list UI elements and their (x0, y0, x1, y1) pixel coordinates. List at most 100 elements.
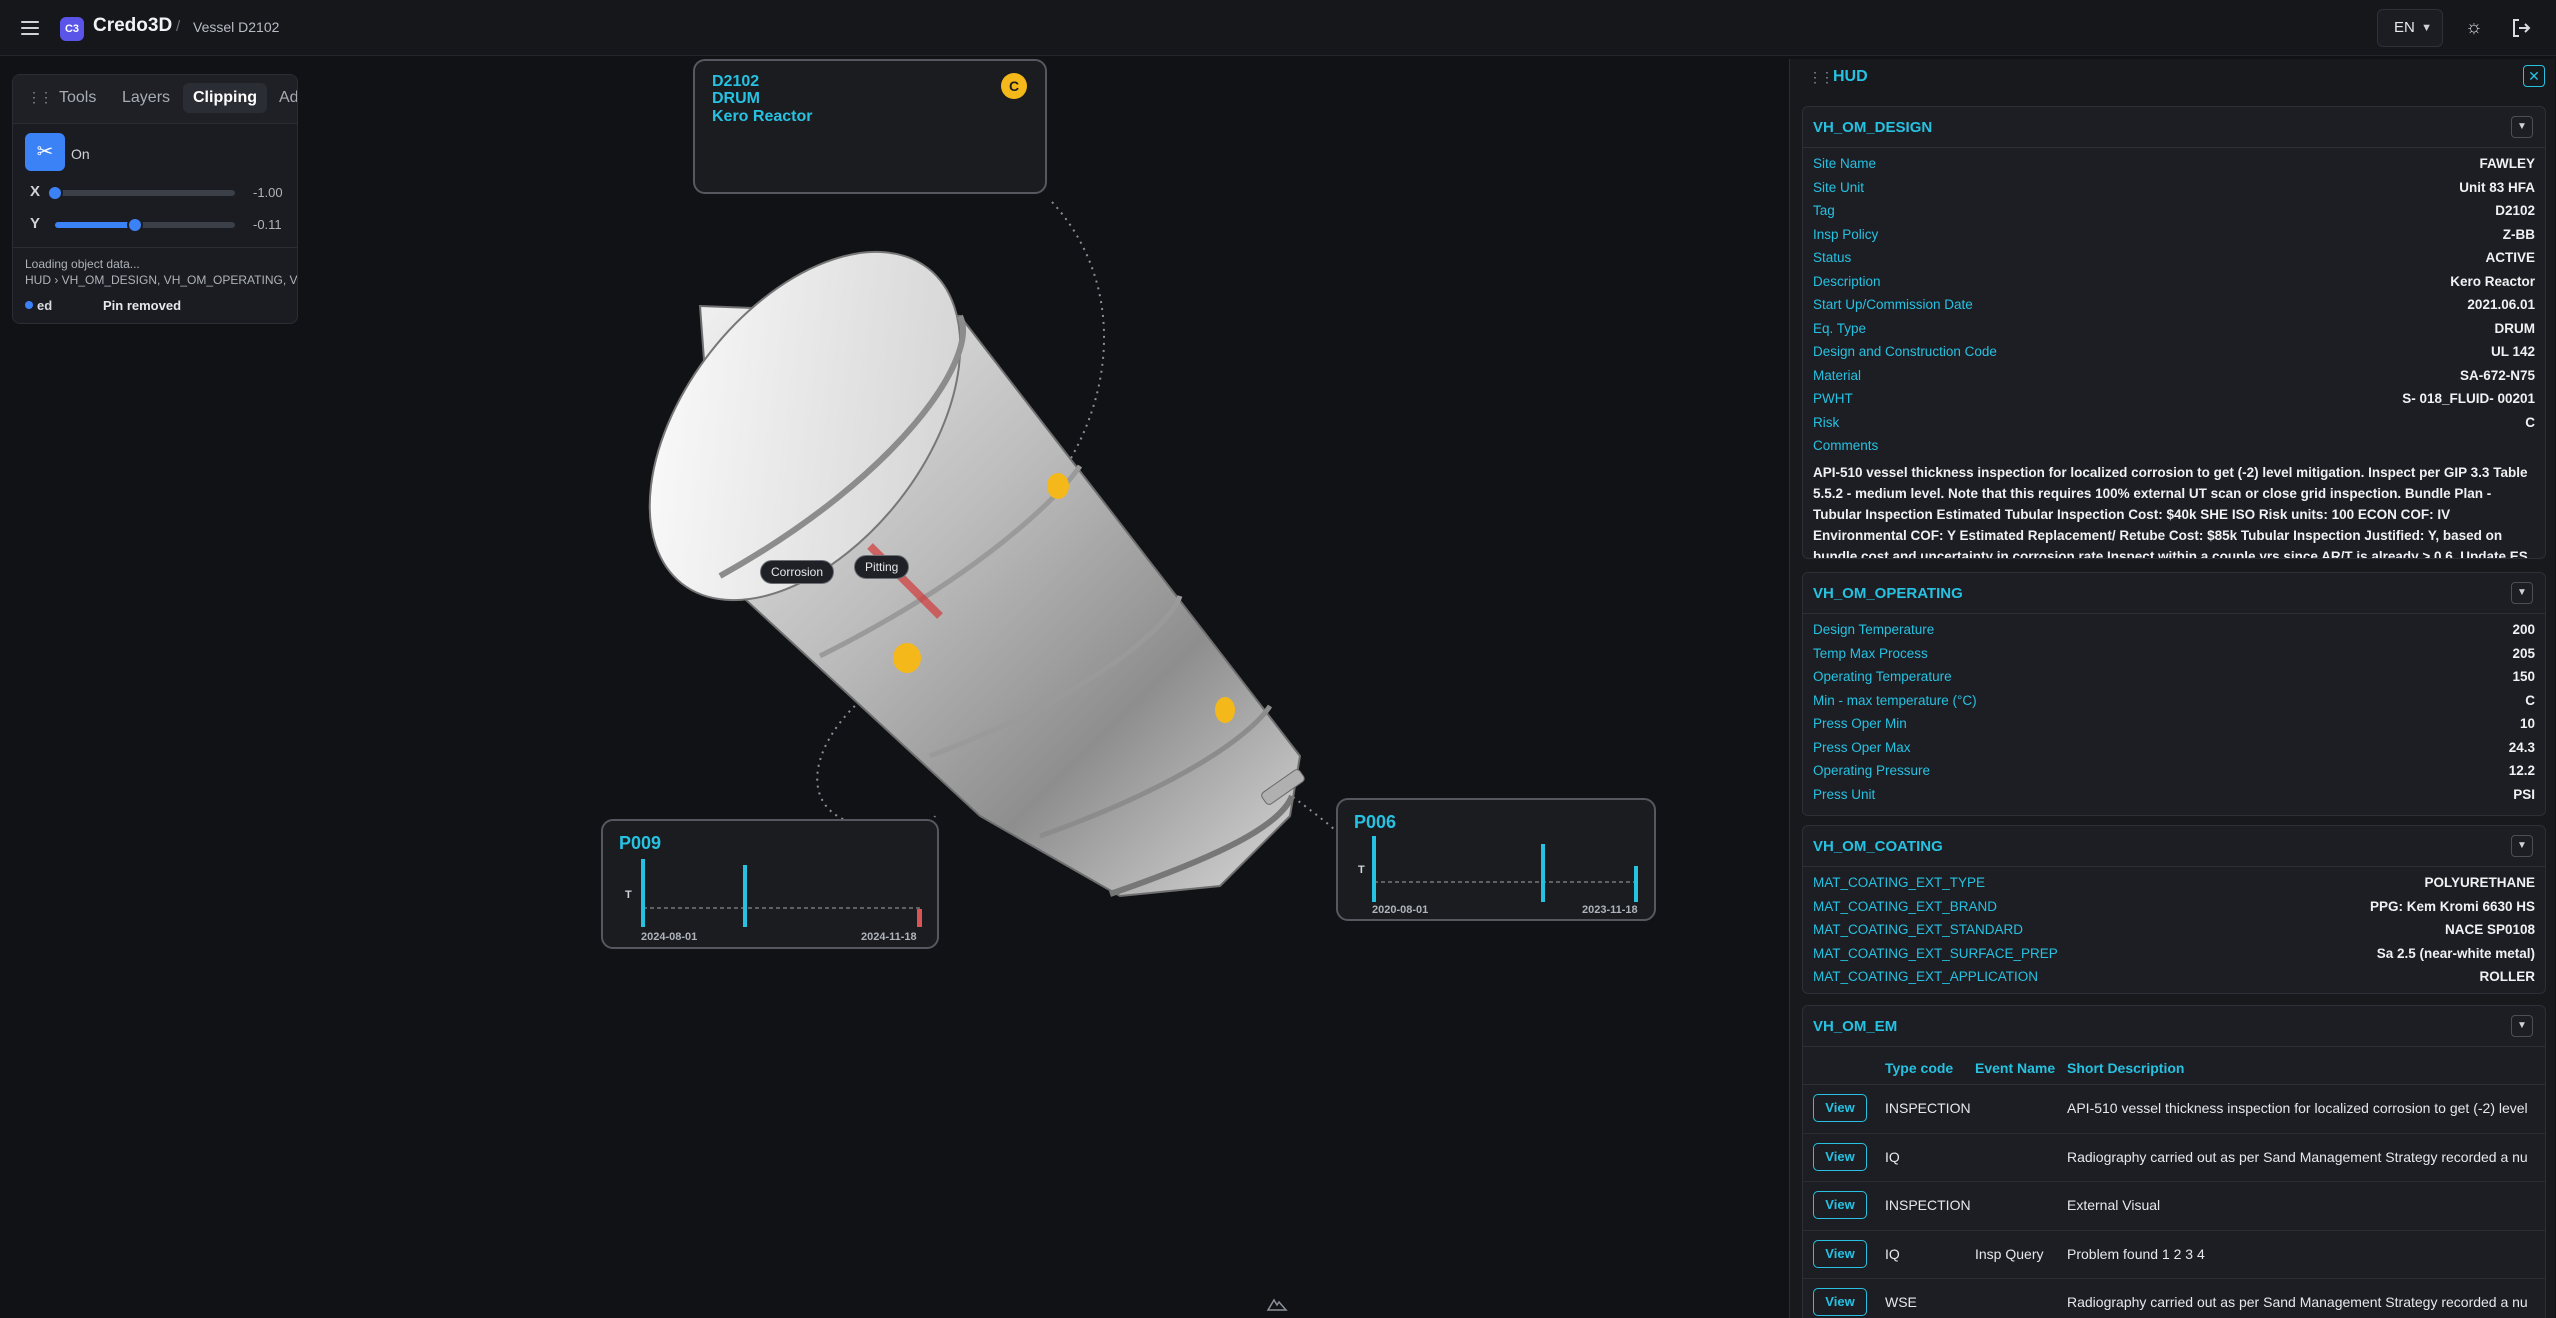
view-button[interactable]: View (1813, 1288, 1867, 1317)
view-button[interactable]: View (1813, 1191, 1867, 1220)
field-value: PPG: Kem Kromi 6630 HS (2369, 898, 2535, 914)
app-logo: C3 (60, 17, 84, 41)
field-value: 205 (2512, 645, 2535, 661)
field-value: 10 (2519, 716, 2535, 731)
vessel-model[interactable] (587, 195, 1306, 898)
field-row: Site Name FAWLEY (1803, 152, 2545, 176)
language-select[interactable]: EN ▼ (2377, 9, 2443, 47)
section-title: VH_OM_OPERATING (1813, 585, 1963, 602)
field-value: Kero Reactor (2450, 273, 2535, 289)
field-value: SA-672-N75 (2459, 367, 2535, 383)
theme-toggle-sun-icon[interactable]: ☼ (2458, 12, 2490, 44)
design-fields: Site Name FAWLEY Site Unit Unit 83 HFA Tag D2… (1803, 148, 2545, 458)
chevron-down-icon[interactable]: ▼ (2511, 1015, 2533, 1037)
field-row: MAT_COATING_EXT_SURFACE_PREP Sa 2.5 (near… (1803, 942, 2545, 966)
equipment-tag-card[interactable]: D2102 DRUM Kero Reactor C (693, 59, 1047, 194)
pin-marker[interactable] (1047, 473, 1069, 499)
section-header[interactable]: VH_OM_EM ▼ (1803, 1006, 2545, 1047)
field-label: Tag (1813, 203, 1835, 218)
tag-id: D2102 (712, 73, 760, 90)
field-value: FAWLEY (2479, 156, 2535, 171)
corrosion-label[interactable]: Corrosion (760, 560, 835, 584)
field-row: Design and Construction Code UL 142 (1803, 340, 2545, 364)
field-value: 24.3 (2508, 739, 2535, 755)
field-label: PWHT (1813, 391, 1853, 406)
field-value: DRUM (2494, 320, 2536, 336)
field-label: Press Unit (1813, 786, 1876, 802)
pin-card-p009[interactable]: P009 T 2024-08-01 2024-11-18 (601, 819, 939, 949)
short-description-cell: Radiography carried out as per Sand Mana… (2067, 1148, 2527, 1165)
field-label: Min - max temperature (°C) (1813, 692, 1977, 708)
section-header[interactable]: VH_OM_DESIGN ▼ (1803, 107, 2545, 148)
field-value: C (2525, 692, 2535, 708)
hamburger-menu-icon[interactable] (18, 16, 42, 40)
section-header[interactable]: VH_OM_OPERATING ▼ (1803, 573, 2545, 614)
field-value: S- 018_FLUID- 00201 (2402, 391, 2535, 406)
chevron-down-icon[interactable]: ▼ (2511, 835, 2533, 857)
type-code-cell: INSPECTION (1885, 1197, 1971, 1214)
view-button[interactable]: View (1813, 1094, 1867, 1122)
field-label: MAT_COATING_EXT_TYPE (1813, 875, 1986, 890)
pin-title: P009 (619, 833, 662, 853)
section-title: VH_OM_COATING (1813, 838, 1943, 855)
coating-fields: MAT_COATING_EXT_TYPE POLYURETHANE MAT_COAT… (1803, 867, 2545, 989)
field-value: ROLLER (2479, 969, 2536, 984)
field-row: Operating Temperature 150 (1803, 665, 2545, 689)
field-label: Material (1813, 367, 1862, 383)
field-value: 12.2 (2508, 763, 2535, 778)
section-title: VH_OM_DESIGN (1813, 119, 1933, 136)
field-row: Min - max temperature (°C) C (1803, 689, 2545, 713)
close-icon[interactable]: ✕ (2523, 65, 2545, 87)
field-label: Operating Temperature (1813, 669, 1952, 684)
type-code-cell: IQ (1885, 1148, 1900, 1165)
field-row: Site Unit Unit 83 HFA (1803, 176, 2545, 200)
axis-letter: T (1358, 864, 1365, 876)
field-label: MAT_COATING_EXT_BRAND (1813, 898, 1998, 914)
3d-viewport[interactable] (0, 56, 1789, 1318)
field-value: UL 142 (2490, 344, 2535, 359)
logout-icon[interactable] (2505, 12, 2537, 44)
field-value: Z-BB (2502, 226, 2535, 242)
field-value: ACTIVE (2485, 250, 2535, 265)
table-row: View INSPECTION API-510 vessel thickness i… (1803, 1085, 2545, 1134)
col-short-description: Short Description (2067, 1060, 2185, 1076)
chevron-down-icon[interactable]: ▼ (2511, 582, 2533, 604)
field-value: C (2525, 414, 2535, 430)
em-table: Type code Event Name Short Description V… (1803, 1050, 2545, 1318)
field-row: Press Oper Min 10 (1803, 712, 2545, 736)
chevron-down-icon: ▼ (2421, 22, 2432, 34)
chevron-down-icon[interactable]: ▼ (2511, 116, 2533, 138)
pin-marker[interactable] (1215, 697, 1235, 723)
logout-icon-svg (2513, 19, 2531, 37)
view-button[interactable]: View (1813, 1142, 1867, 1171)
field-value: 150 (2512, 669, 2535, 684)
field-label: Press Oper Max (1813, 739, 1911, 755)
field-row: Eq. Type DRUM (1803, 317, 2545, 341)
field-value: 200 (2512, 622, 2535, 637)
field-value: D2102 (2495, 203, 2535, 218)
brand-name[interactable]: Credo3D (93, 15, 172, 37)
field-row: Insp Policy Z-BB (1803, 223, 2545, 247)
field-label: MAT_COATING_EXT_STANDARD (1813, 922, 2024, 937)
field-label: Risk (1813, 414, 1840, 430)
pin-marker[interactable] (893, 643, 921, 673)
field-row: Tag D2102 (1803, 199, 2545, 223)
operating-fields: Design Temperature 200 Temp Max Process 205… (1803, 614, 2545, 806)
pin-card-p006[interactable]: P006 T 2020-08-01 2023-11-18 (1336, 798, 1656, 921)
footer-logo-icon (1266, 1298, 1288, 1311)
field-row: MAT_COATING_EXT_STANDARD NACE SP0108 (1803, 918, 2545, 942)
section-title: VH_OM_EM (1813, 1018, 1898, 1035)
field-label: Status (1813, 250, 1852, 265)
section-header[interactable]: VH_OM_COATING ▼ (1803, 826, 2545, 867)
field-row: Status ACTIVE (1803, 246, 2545, 270)
table-row: View INSPECTION External Visual (1803, 1182, 2545, 1231)
hud-panel: ⋮⋮ HUD ✕ VH_OM_DESIGN ▼ Site Name FAWLEY S… (1789, 59, 2555, 1318)
section-design: VH_OM_DESIGN ▼ Site Name FAWLEY Site Unit U… (1802, 106, 2546, 559)
drag-handle-icon[interactable]: ⋮⋮ (1808, 69, 1834, 86)
top-bar: C3 Credo3D / Vessel D2102 EN ▼ ☼ (0, 0, 2556, 56)
field-label: Temp Max Process (1813, 645, 1928, 661)
view-button[interactable]: View (1813, 1239, 1867, 1268)
pitting-label[interactable]: Pitting (854, 555, 910, 579)
field-value: PSI (2513, 786, 2535, 802)
risk-badge: C (1001, 73, 1027, 99)
